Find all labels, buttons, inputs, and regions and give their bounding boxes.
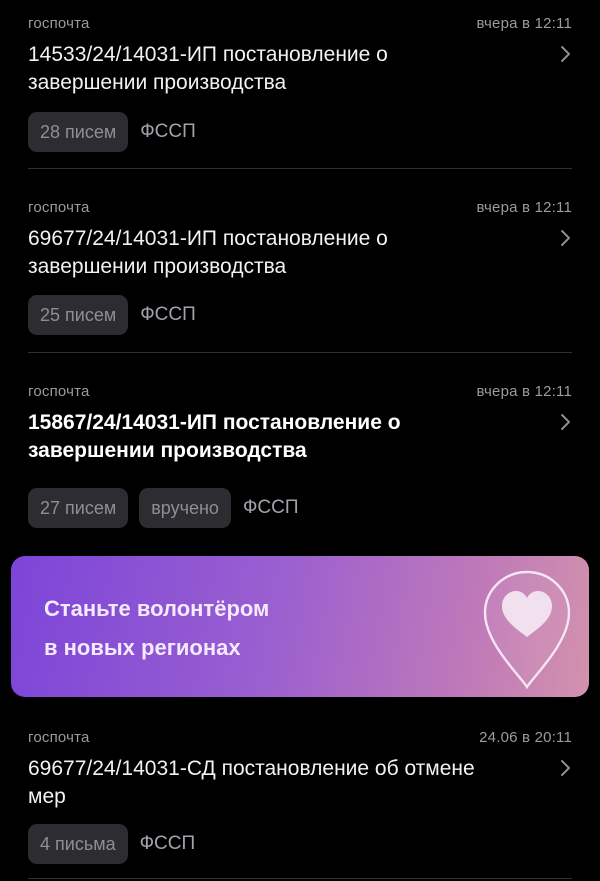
letter-count-badge: 4 письма bbox=[28, 824, 128, 864]
message-source: госпочта bbox=[28, 15, 90, 32]
message-title-line: 15867/24/14031-ИП постановление о bbox=[28, 411, 401, 434]
message-title-line: 14533/24/14031-ИП постановление о bbox=[28, 43, 388, 66]
letter-count-badge: 27 писем bbox=[28, 488, 129, 528]
message-title-line: завершении производства bbox=[28, 439, 307, 462]
divider bbox=[28, 352, 572, 353]
message-chips: 25 писем ФССП bbox=[28, 295, 196, 335]
divider bbox=[28, 878, 572, 879]
message-source: госпочта bbox=[28, 729, 90, 746]
letter-count-badge: 25 писем bbox=[28, 295, 129, 335]
message-meta: госпочта вчера в 12:11 bbox=[28, 15, 572, 35]
message-source: госпочта bbox=[28, 199, 90, 216]
message-time: вчера в 12:11 bbox=[476, 15, 572, 32]
message-item[interactable]: госпочта вчера в 12:11 14533/24/14031-ИП… bbox=[28, 15, 572, 155]
message-meta: госпочта вчера в 12:11 bbox=[28, 199, 572, 219]
message-time: вчера в 12:11 bbox=[476, 199, 572, 216]
message-source: госпочта bbox=[28, 383, 90, 400]
heart-pin-icon bbox=[483, 570, 571, 690]
banner-title-line: Станьте волонтёром bbox=[44, 596, 270, 621]
message-title-line: завершении производства bbox=[28, 255, 287, 278]
message-title: 14533/24/14031-ИП постановление о заверш… bbox=[28, 41, 528, 97]
message-title-line: 69677/24/14031-СД постановление об отмен… bbox=[28, 757, 475, 780]
sender-org: ФССП bbox=[140, 304, 196, 325]
message-meta: госпочта 24.06 в 20:11 bbox=[28, 729, 572, 749]
message-title-line: мер bbox=[28, 785, 66, 808]
delivery-status-badge: вручено bbox=[139, 488, 231, 528]
message-time: вчера в 12:11 bbox=[476, 383, 572, 400]
sender-org: ФССП bbox=[242, 497, 299, 518]
message-chips: 28 писем ФССП bbox=[28, 112, 196, 152]
message-chips: 4 письма ФССП bbox=[28, 824, 195, 864]
volunteer-promo-banner[interactable]: Станьте волонтёром в новых регионах bbox=[11, 556, 589, 697]
message-title: 15867/24/14031-ИП постановление о заверш… bbox=[28, 409, 528, 465]
chevron-right-icon[interactable] bbox=[556, 45, 574, 63]
message-title-line: 69677/24/14031-ИП постановление о bbox=[28, 227, 388, 250]
message-item[interactable]: госпочта вчера в 12:11 69677/24/14031-ИП… bbox=[28, 199, 572, 339]
message-title: 69677/24/14031-ИП постановление о заверш… bbox=[28, 225, 528, 281]
message-item[interactable]: госпочта 24.06 в 20:11 69677/24/14031-СД… bbox=[28, 729, 572, 869]
chevron-right-icon[interactable] bbox=[556, 759, 574, 777]
banner-title-line: в новых регионах bbox=[44, 635, 241, 660]
letter-count-badge: 28 писем bbox=[28, 112, 129, 152]
message-item[interactable]: госпочта вчера в 12:11 15867/24/14031-ИП… bbox=[28, 383, 572, 533]
sender-org: ФССП bbox=[140, 121, 196, 142]
divider bbox=[28, 168, 572, 169]
message-title: 69677/24/14031-СД постановление об отмен… bbox=[28, 755, 548, 811]
message-meta: госпочта вчера в 12:11 bbox=[28, 383, 572, 403]
chevron-right-icon[interactable] bbox=[556, 413, 574, 431]
sender-org: ФССП bbox=[139, 833, 196, 854]
chevron-right-icon[interactable] bbox=[556, 229, 574, 247]
message-time: 24.06 в 20:11 bbox=[479, 729, 572, 746]
message-chips: 27 писем вручено ФССП bbox=[28, 488, 298, 528]
message-title-line: завершении производства bbox=[28, 71, 287, 94]
